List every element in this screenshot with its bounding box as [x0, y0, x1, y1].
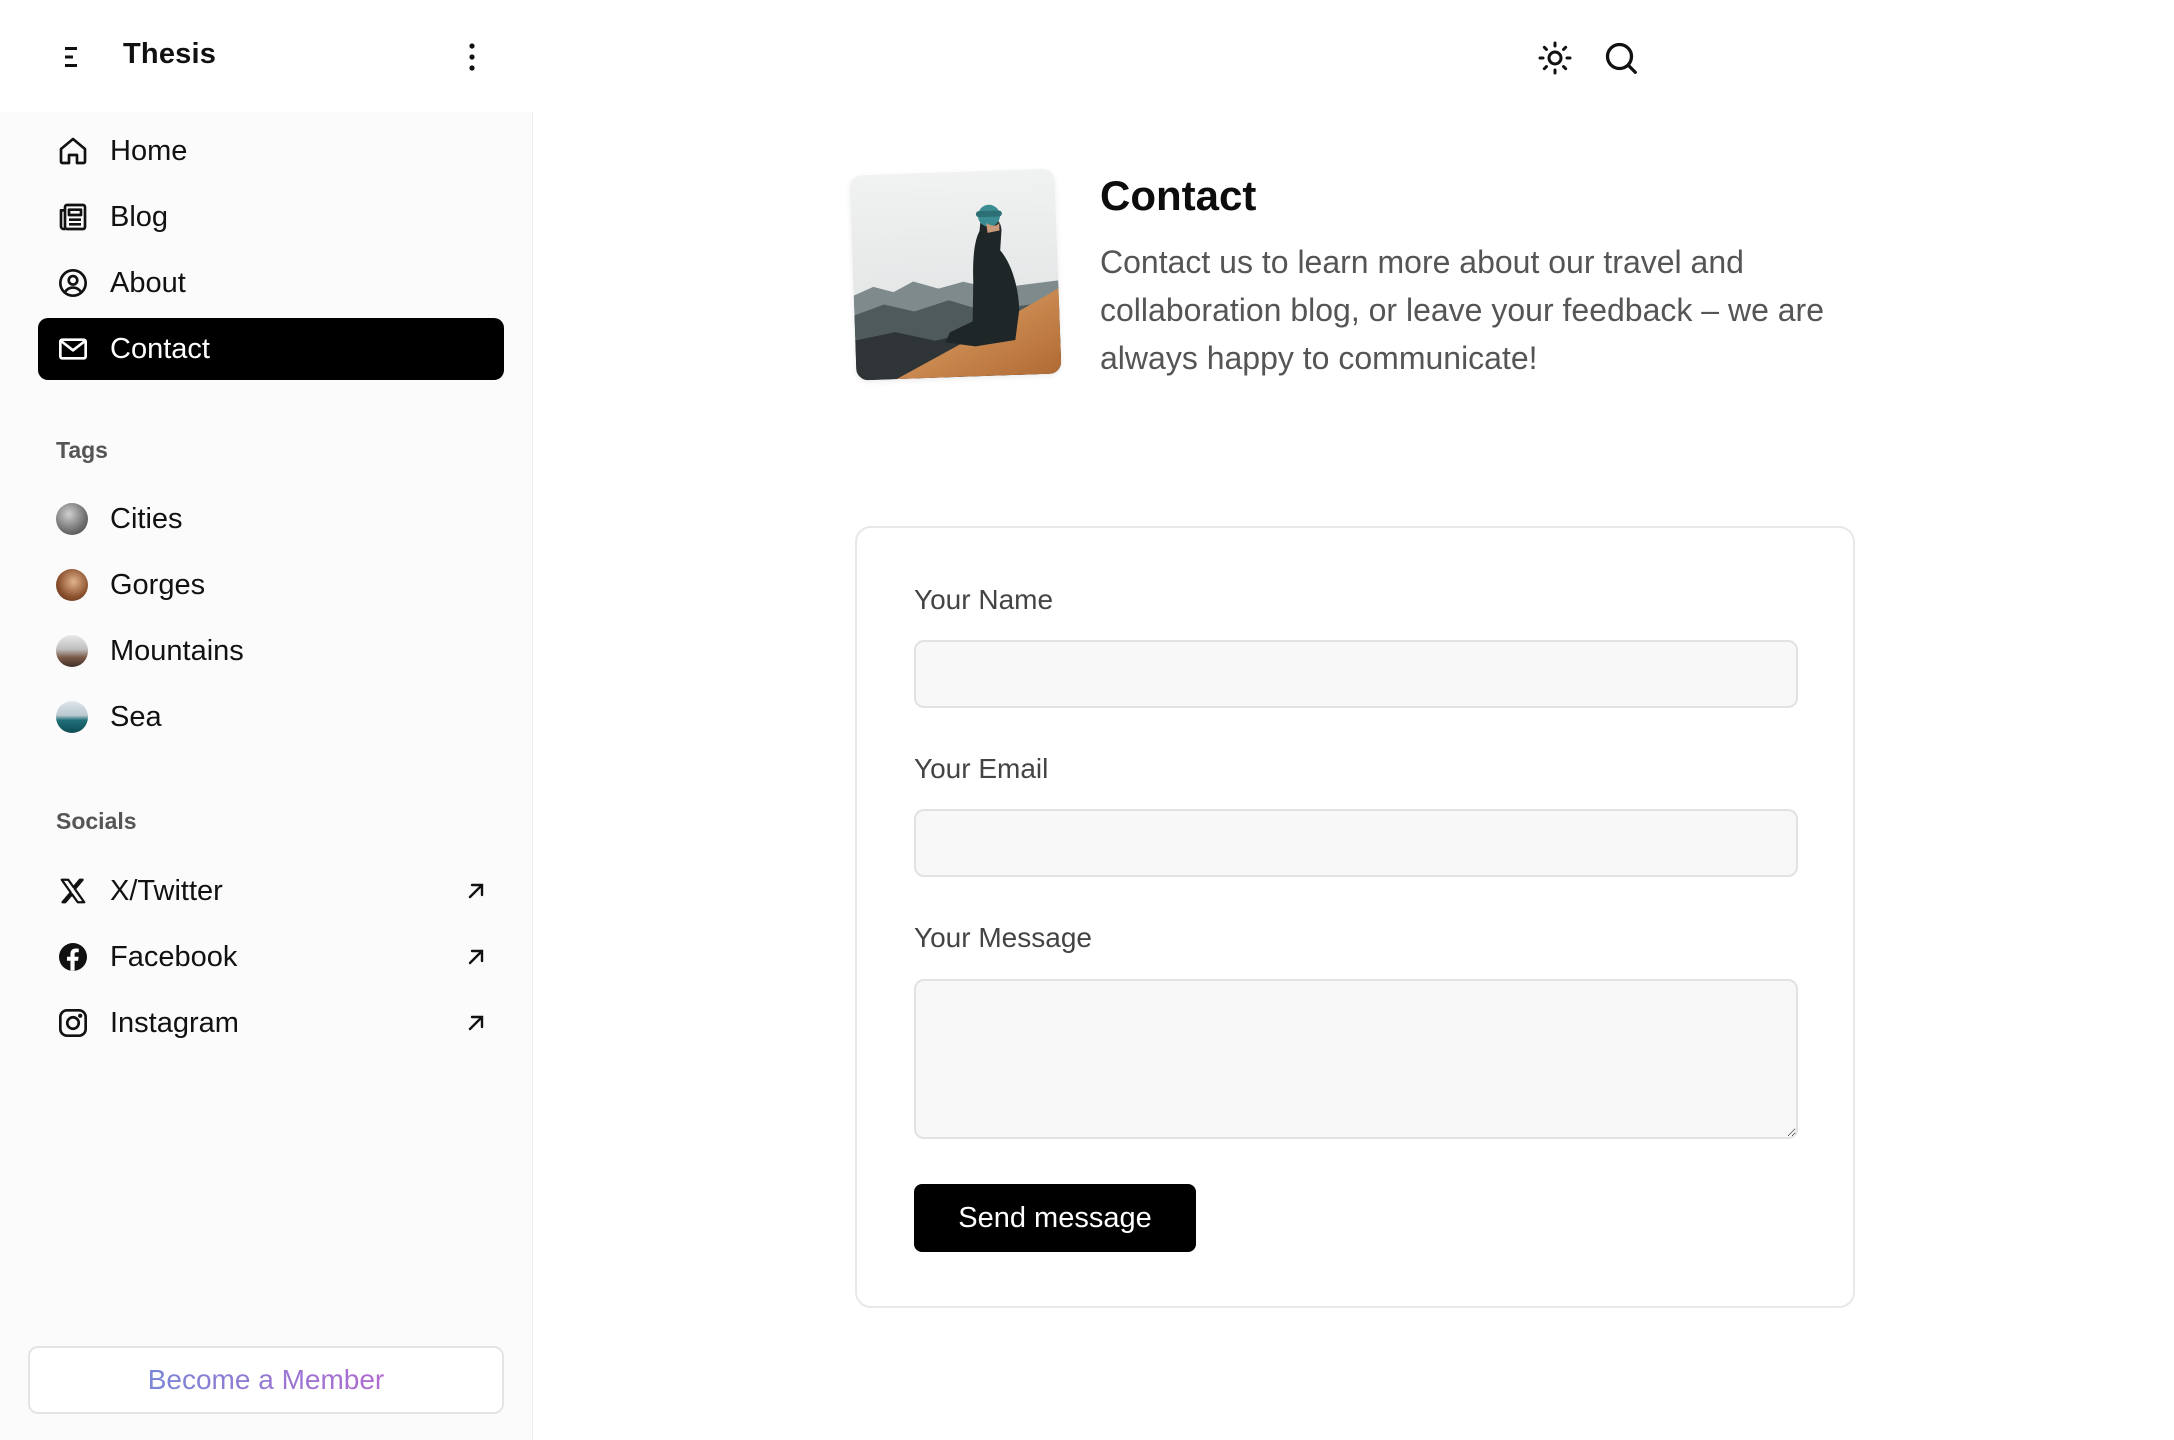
- tag-label: Cities: [110, 502, 183, 535]
- facebook-icon: [56, 940, 90, 974]
- nav-item-blog[interactable]: Blog: [38, 186, 504, 248]
- contact-form: Your Name Your Email Your Message Send m…: [855, 526, 1855, 1308]
- more-options-icon[interactable]: [460, 40, 484, 74]
- tag-item-cities[interactable]: Cities: [38, 488, 504, 550]
- page-title: Contact: [1100, 172, 1257, 219]
- social-label: X/Twitter: [110, 874, 223, 907]
- social-item-x-twitter[interactable]: X/Twitter: [38, 860, 504, 922]
- nav-item-home[interactable]: Home: [38, 120, 504, 182]
- tag-item-gorges[interactable]: Gorges: [38, 554, 504, 616]
- tag-thumbnail: [56, 701, 88, 733]
- main-content: Contact Contact us to learn more about o…: [533, 0, 2174, 1440]
- name-label: Your Name: [914, 584, 1054, 615]
- tag-thumbnail: [56, 569, 88, 601]
- social-item-instagram[interactable]: Instagram: [38, 992, 504, 1054]
- mail-icon: [56, 332, 90, 366]
- user-circle-icon: [56, 266, 90, 300]
- socials-heading: Socials: [56, 808, 137, 834]
- tags-heading: Tags: [56, 437, 108, 463]
- social-item-facebook[interactable]: Facebook: [38, 926, 504, 988]
- tag-thumbnail: [56, 635, 88, 667]
- main-nav: Home Blog About Contact: [38, 120, 504, 384]
- social-label: Instagram: [110, 1006, 239, 1039]
- send-message-button[interactable]: Send message: [914, 1184, 1196, 1252]
- home-icon: [56, 134, 90, 168]
- socials-list: X/Twitter Facebook Instagram: [38, 860, 504, 1058]
- email-label: Your Email: [914, 753, 1049, 784]
- nav-item-label: Contact: [110, 332, 210, 365]
- tag-thumbnail: [56, 503, 88, 535]
- external-link-icon: [468, 949, 484, 965]
- nav-item-label: Home: [110, 134, 188, 167]
- nav-item-label: Blog: [110, 200, 169, 233]
- newspaper-icon: [56, 200, 90, 234]
- instagram-icon: [56, 1006, 90, 1040]
- tag-label: Gorges: [110, 568, 206, 601]
- message-textarea[interactable]: [914, 979, 1798, 1139]
- email-input[interactable]: [914, 809, 1798, 877]
- tag-label: Sea: [110, 700, 162, 733]
- sidebar: Thesis Home Blog About Contact Tags Citi…: [0, 0, 533, 1440]
- app-window: Thesis Home Blog About Contact Tags Citi…: [0, 0, 2174, 1440]
- x-twitter-icon: [56, 874, 90, 908]
- nav-item-label: About: [110, 266, 186, 299]
- social-label: Facebook: [110, 940, 238, 973]
- search-icon[interactable]: [1603, 40, 1639, 76]
- sun-icon[interactable]: [1537, 40, 1573, 76]
- contact-hero-image: [849, 168, 1062, 381]
- name-input[interactable]: [914, 640, 1798, 708]
- tag-item-mountains[interactable]: Mountains: [38, 620, 504, 682]
- message-label: Your Message: [914, 922, 1092, 953]
- become-member-button[interactable]: Become a Member: [28, 1346, 504, 1414]
- tag-label: Mountains: [110, 634, 244, 667]
- external-link-icon: [468, 883, 484, 899]
- brand-title[interactable]: Thesis: [123, 38, 216, 71]
- tag-item-sea[interactable]: Sea: [38, 686, 504, 748]
- page-description: Contact us to learn more about our trave…: [1100, 244, 1824, 376]
- external-link-icon: [468, 1015, 484, 1031]
- nav-item-contact[interactable]: Contact: [38, 318, 504, 380]
- sidebar-header: Thesis: [0, 0, 533, 112]
- become-member-label: Become a Member: [147, 1364, 385, 1395]
- nav-item-about[interactable]: About: [38, 252, 504, 314]
- menu-icon[interactable]: [58, 42, 88, 72]
- tags-list: Cities Gorges Mountains Sea: [38, 488, 504, 752]
